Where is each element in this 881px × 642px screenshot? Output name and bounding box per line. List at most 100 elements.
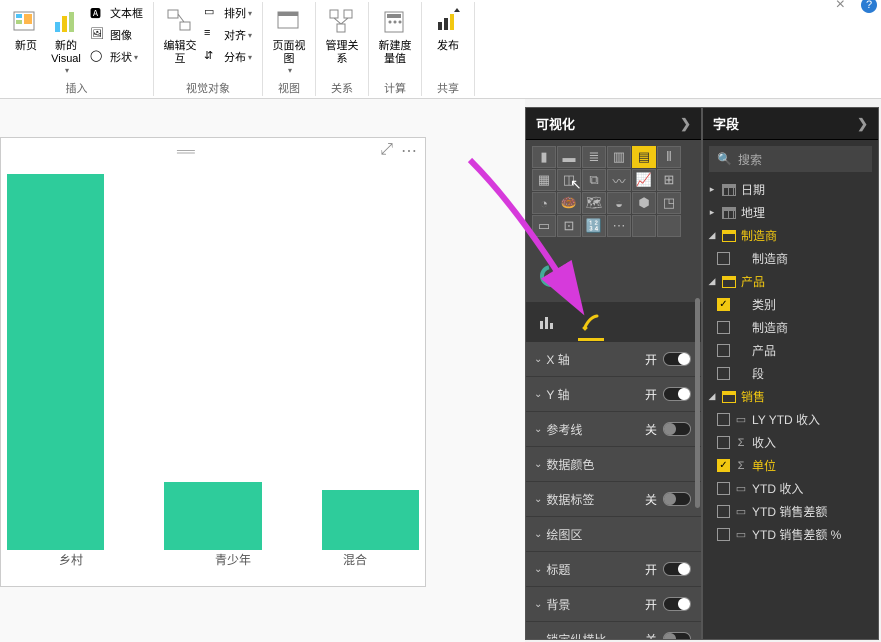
page-view-button[interactable]: 页面视图 xyxy=(269,2,309,79)
image-button[interactable]: 🖼图像 xyxy=(86,24,147,46)
field-YTD 销售差额 %[interactable]: ▭YTD 销售差额 % xyxy=(703,523,878,546)
field-制造商[interactable]: 制造商 xyxy=(703,316,878,339)
viz-type-10[interactable]: 📈 xyxy=(632,169,656,191)
format-row-绘图区[interactable]: ⌄绘图区 xyxy=(526,517,701,552)
field-段[interactable]: 段 xyxy=(703,362,878,385)
toggle[interactable] xyxy=(663,387,691,401)
textbox-icon: 🅰 xyxy=(90,5,106,21)
checkbox[interactable] xyxy=(717,482,730,495)
new-page-button[interactable]: 新页 xyxy=(6,2,46,57)
viz-type-20[interactable]: 🔢 xyxy=(582,215,606,237)
format-row-参考线[interactable]: ⌄参考线关 xyxy=(526,412,701,447)
viz-type-4[interactable]: ▤ xyxy=(632,146,656,168)
viz-type-6[interactable]: ▦ xyxy=(532,169,556,191)
checkbox[interactable] xyxy=(717,436,730,449)
viz-type-13[interactable]: 🍩 xyxy=(557,192,581,214)
toggle[interactable] xyxy=(663,562,691,576)
format-row-数据标签[interactable]: ⌄数据标签关 xyxy=(526,482,701,517)
table-icon xyxy=(722,207,736,219)
viz-type-8[interactable]: ⧉ xyxy=(582,169,606,191)
manage-relationships-button[interactable]: 管理关系 xyxy=(322,2,362,70)
checkbox[interactable] xyxy=(717,413,730,426)
checkbox[interactable] xyxy=(717,367,730,380)
bar-青少年[interactable] xyxy=(164,482,261,550)
toggle[interactable] xyxy=(663,422,691,436)
table-销售[interactable]: ◢销售 xyxy=(703,385,878,408)
field-收入[interactable]: Σ收入 xyxy=(703,431,878,454)
shapes-button[interactable]: ◯形状 xyxy=(86,46,147,68)
table-日期[interactable]: ▸日期 xyxy=(703,178,878,201)
field-YTD 收入[interactable]: ▭YTD 收入 xyxy=(703,477,878,500)
more-options-icon[interactable]: ⋯ xyxy=(401,141,417,161)
align-icon: ≡ xyxy=(204,27,220,43)
new-visual-button[interactable]: 新的Visual xyxy=(46,2,86,79)
toggle[interactable] xyxy=(663,632,691,639)
checkbox[interactable] xyxy=(717,528,730,541)
viz-type-14[interactable]: 🗺 xyxy=(582,192,606,214)
toggle[interactable] xyxy=(663,352,691,366)
viz-type-22[interactable] xyxy=(632,215,656,237)
viz-type-0[interactable]: ▮ xyxy=(532,146,556,168)
viz-type-1[interactable]: ▬ xyxy=(557,146,581,168)
viz-type-18[interactable]: ▭ xyxy=(532,215,556,237)
search-input[interactable]: 🔍 搜索 xyxy=(709,146,872,172)
table-地理[interactable]: ▸地理 xyxy=(703,201,878,224)
edit-interactions-button[interactable]: 编辑交互 xyxy=(160,2,200,70)
checkbox[interactable]: ✓ xyxy=(717,459,730,472)
distribute-button[interactable]: ⇵分布 xyxy=(200,46,256,68)
grip-icon[interactable]: ══ xyxy=(177,143,193,159)
report-canvas[interactable]: ══ ⤢ ⋯ 乡村青少年混合 xyxy=(0,99,525,642)
format-row-X 轴[interactable]: ⌄X 轴开 xyxy=(526,342,701,377)
bar-混合[interactable] xyxy=(322,490,419,550)
viz-type-5[interactable]: ⫴ xyxy=(657,146,681,168)
focus-mode-icon[interactable]: ⤢ xyxy=(380,141,393,161)
bar-chart-visual[interactable]: ══ ⤢ ⋯ 乡村青少年混合 xyxy=(0,137,426,587)
viz-type-23[interactable] xyxy=(657,215,681,237)
field-类别[interactable]: ✓类别 xyxy=(703,293,878,316)
field-单位[interactable]: ✓Σ单位 xyxy=(703,454,878,477)
new-measure-button[interactable]: 新建度量值 xyxy=(375,2,415,70)
viz-type-12[interactable]: ◔ xyxy=(532,192,556,214)
viz-type-2[interactable]: ≣ xyxy=(582,146,606,168)
format-row-Y 轴[interactable]: ⌄Y 轴开 xyxy=(526,377,701,412)
viz-type-15[interactable]: ◒ xyxy=(607,192,631,214)
viz-type-3[interactable]: ▥ xyxy=(607,146,631,168)
table-icon xyxy=(722,391,736,403)
label: 管理关系 xyxy=(324,40,360,66)
toggle[interactable] xyxy=(663,492,691,506)
checkbox[interactable] xyxy=(717,252,730,265)
table-制造商[interactable]: ◢制造商 xyxy=(703,224,878,247)
textbox-button[interactable]: 🅰文本框 xyxy=(86,2,147,24)
chevron-down-icon: ⌄ xyxy=(534,529,542,540)
format-row-背景[interactable]: ⌄背景开 xyxy=(526,587,701,622)
format-row-锁定纵横比[interactable]: ⌄锁定纵横比关 xyxy=(526,622,701,639)
field-产品[interactable]: 产品 xyxy=(703,339,878,362)
toggle[interactable] xyxy=(663,597,691,611)
close-icon[interactable]: × xyxy=(836,0,845,14)
checkbox[interactable] xyxy=(717,321,730,334)
viz-type-19[interactable]: ⊡ xyxy=(557,215,581,237)
align-button[interactable]: ≡对齐 xyxy=(200,24,256,46)
publish-button[interactable]: 发布 xyxy=(428,2,468,57)
panel-header[interactable]: 可视化 ❯ xyxy=(526,108,701,140)
field-制造商[interactable]: 制造商 xyxy=(703,247,878,270)
field-YTD 销售差额[interactable]: ▭YTD 销售差额 xyxy=(703,500,878,523)
checkbox[interactable] xyxy=(717,344,730,357)
table-产品[interactable]: ◢产品 xyxy=(703,270,878,293)
viz-type-9[interactable]: 〰 xyxy=(607,169,631,191)
viz-type-17[interactable]: ◳ xyxy=(657,192,681,214)
viz-type-21[interactable]: ⋯ xyxy=(607,215,631,237)
bar-乡村[interactable] xyxy=(7,174,104,550)
format-tab[interactable] xyxy=(578,309,604,335)
field-LY YTD 收入[interactable]: ▭LY YTD 收入 xyxy=(703,408,878,431)
arrange-button[interactable]: ▭排列 xyxy=(200,2,256,24)
format-row-数据颜色[interactable]: ⌄数据颜色 xyxy=(526,447,701,482)
fields-tab[interactable] xyxy=(534,309,560,335)
checkbox[interactable] xyxy=(717,505,730,518)
format-row-标题[interactable]: ⌄标题开 xyxy=(526,552,701,587)
viz-type-11[interactable]: ⊞ xyxy=(657,169,681,191)
panel-header[interactable]: 字段 ❯ xyxy=(703,108,878,140)
viz-type-16[interactable]: ⬢ xyxy=(632,192,656,214)
checkbox[interactable]: ✓ xyxy=(717,298,730,311)
scrollbar-thumb[interactable] xyxy=(695,298,700,508)
